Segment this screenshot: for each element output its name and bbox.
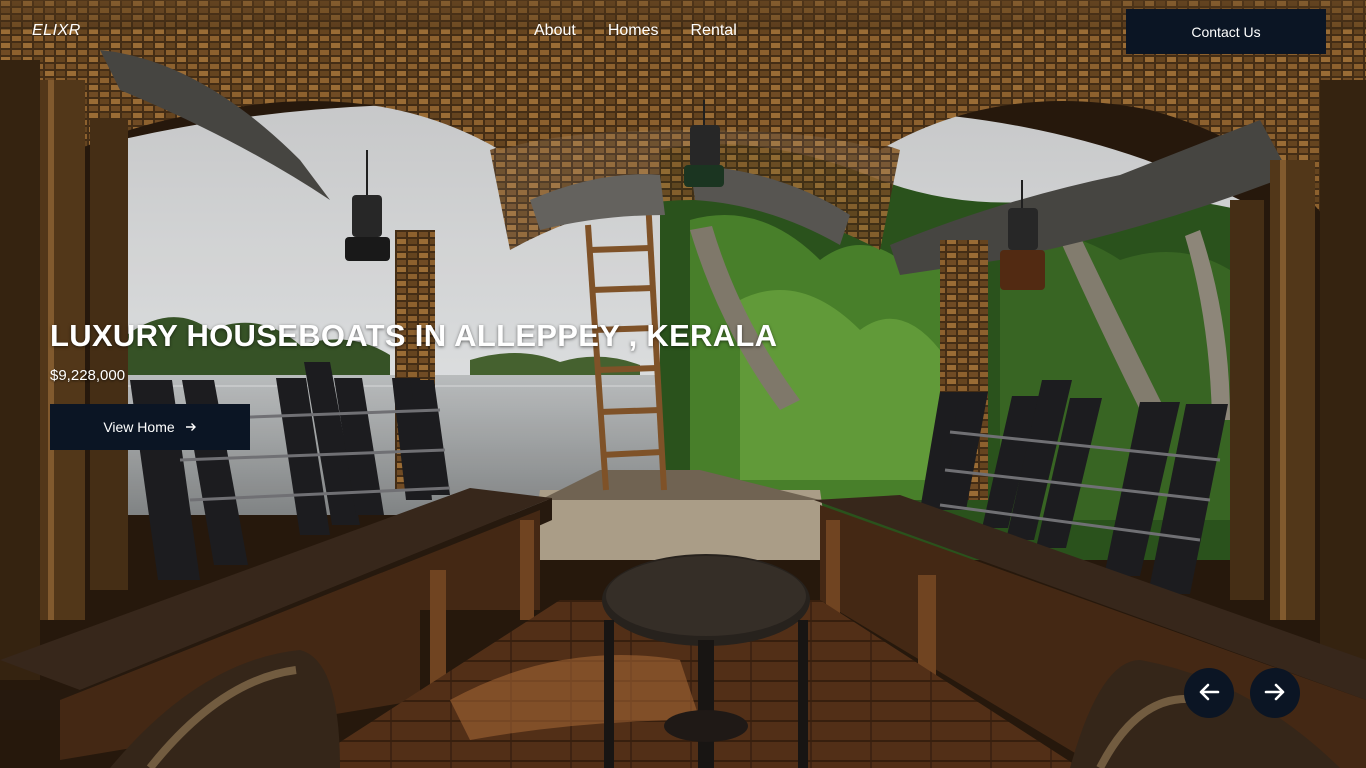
contact-us-button[interactable]: Contact Us xyxy=(1126,9,1326,54)
brand-logo[interactable]: ELIXR xyxy=(32,22,81,40)
nav-link-about[interactable]: About xyxy=(534,22,576,40)
view-home-label: View Home xyxy=(103,419,175,435)
main-nav: About Homes Rental xyxy=(534,22,737,40)
hero-price: $9,228,000 xyxy=(50,367,126,384)
carousel-next-button[interactable] xyxy=(1250,668,1300,718)
carousel-prev-button[interactable] xyxy=(1184,668,1234,718)
view-home-button[interactable]: View Home xyxy=(50,404,250,450)
arrow-right-icon xyxy=(1263,680,1287,707)
houseboat-interior-photo xyxy=(0,0,1366,768)
hero-section: ELIXR About Homes Rental Contact Us LUXU… xyxy=(0,0,1366,768)
arrow-left-icon xyxy=(1197,680,1221,707)
arrow-right-icon xyxy=(185,421,197,433)
nav-link-homes[interactable]: Homes xyxy=(608,22,659,40)
nav-link-rental[interactable]: Rental xyxy=(691,22,737,40)
hero-title: LUXURY HOUSEBOATS IN ALLEPPEY , KERALA xyxy=(50,318,778,353)
